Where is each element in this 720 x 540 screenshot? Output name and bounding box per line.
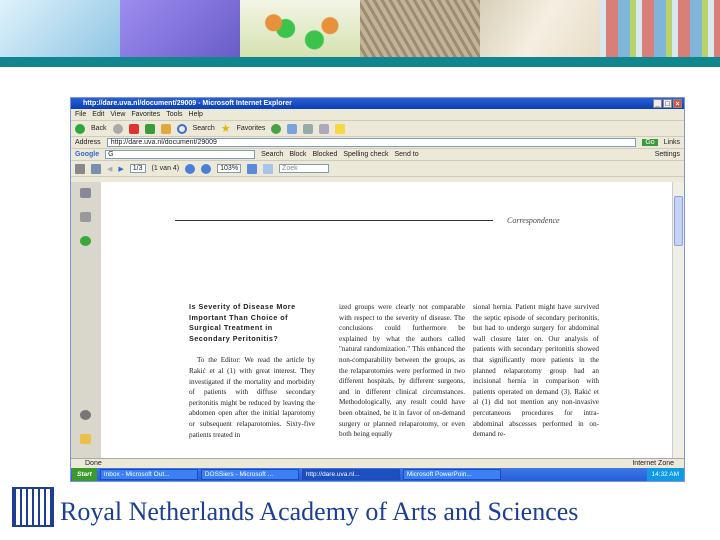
menu-favorites[interactable]: Favorites [131, 111, 160, 118]
history-icon[interactable] [271, 123, 282, 134]
refresh-icon[interactable] [144, 123, 155, 134]
banner-image-iceberg [0, 0, 120, 57]
pdf-page: Correspondence Is Severity of Disease Mo… [101, 182, 672, 458]
page-number-input[interactable]: 1/3 [129, 164, 146, 173]
google-block-button[interactable]: Block [289, 151, 306, 158]
go-button[interactable]: Go [642, 139, 658, 146]
address-bar: Address http://dare.uva.nl/document/2900… [71, 137, 684, 149]
notes-icon[interactable] [335, 123, 346, 134]
comments-icon[interactable] [80, 434, 91, 444]
edit-icon[interactable] [319, 123, 330, 134]
status-text: Done [85, 460, 102, 467]
academy-logo [12, 487, 54, 527]
google-spellcheck-button[interactable]: Spelling check [343, 151, 388, 158]
search-icon[interactable] [176, 123, 187, 134]
menu-tools[interactable]: Tools [166, 111, 182, 118]
save-icon[interactable] [91, 163, 101, 174]
favorites-button[interactable]: Favorites [237, 125, 266, 132]
start-button[interactable]: Start [72, 468, 97, 481]
menu-edit[interactable]: Edit [92, 111, 104, 118]
close-button[interactable]: × [673, 99, 682, 108]
google-search-input[interactable]: G [105, 150, 256, 159]
help-icon[interactable] [80, 236, 91, 246]
article-column-1: Is Severity of Disease More Important Th… [189, 302, 315, 440]
find-input[interactable]: Zoek [279, 164, 330, 173]
maximize-button[interactable]: □ [663, 99, 672, 108]
footer-title: Royal Netherlands Academy of Arts and Sc… [60, 497, 579, 526]
browser-window: http://dare.uva.nl/document/29009 - Micr… [70, 97, 685, 482]
article-text-3: sional hernia. Patient might have surviv… [473, 303, 599, 439]
zoom-in-icon[interactable] [201, 163, 212, 174]
favorites-star-icon[interactable]: ★ [221, 122, 231, 135]
banner-image-texture [360, 0, 480, 57]
google-toolbar: Google G Search Block Blocked Spelling c… [71, 149, 684, 161]
standard-toolbar: Back Search ★ Favorites [71, 121, 684, 137]
google-settings-button[interactable]: Settings [655, 151, 684, 158]
taskbar-item-dossiers[interactable]: DOSSiers - Microsoft ... [200, 469, 299, 480]
fit-width-icon[interactable] [247, 163, 258, 174]
article-column-2: ized groups were clearly not comparable … [339, 302, 465, 440]
pages-icon[interactable] [80, 188, 91, 198]
pdf-viewer: Correspondence Is Severity of Disease Mo… [71, 182, 684, 458]
page-count: (1 van 4) [151, 165, 180, 172]
forward-icon[interactable] [112, 123, 123, 134]
google-blocked-button[interactable]: Blocked [312, 151, 337, 158]
pdf-toolbar: ◀ ▶ 1/3 (1 van 4) 103% Zoek [71, 161, 684, 177]
signatures-icon[interactable] [80, 212, 91, 222]
zoom-select[interactable]: 103% [217, 164, 242, 173]
address-label: Address [75, 139, 101, 146]
article-text-1: To the Editor: We read the article by Ra… [189, 356, 315, 439]
prev-page-icon[interactable]: ◀ [107, 165, 112, 173]
banner-image-molecules [240, 0, 360, 57]
fit-page-icon[interactable] [263, 163, 274, 174]
taskbar-item-browser[interactable]: http://dare.uva.nl... [301, 469, 400, 480]
header-rule [175, 220, 493, 221]
back-button[interactable]: Back [91, 125, 107, 132]
banner-image-book [480, 0, 600, 57]
back-icon[interactable] [75, 123, 85, 134]
taskbar-item-powerpoint[interactable]: Microsoft PowerPoin... [402, 469, 501, 480]
attachment-icon[interactable] [80, 410, 91, 420]
search-button[interactable]: Search [193, 125, 215, 132]
taskbar: Start Inbox - Microsoft Out... DOSSiers … [71, 468, 684, 481]
address-input[interactable]: http://dare.uva.nl/document/29009 [106, 138, 637, 147]
banner-image-test-tubes [600, 0, 720, 57]
section-label: Correspondence [507, 216, 560, 225]
article-column-3: sional hernia. Patient might have surviv… [473, 302, 599, 440]
title-bar: http://dare.uva.nl/document/29009 - Micr… [71, 98, 684, 109]
home-icon[interactable] [160, 123, 171, 134]
status-bar: Done Internet Zone [71, 458, 684, 468]
menu-view[interactable]: View [110, 111, 125, 118]
stop-icon[interactable] [128, 123, 139, 134]
system-tray-clock: 14:32 AM [646, 468, 684, 481]
google-logo: Google [75, 151, 100, 158]
mail-icon[interactable] [287, 123, 298, 134]
google-search-button[interactable]: Search [261, 151, 283, 158]
security-zone: Internet Zone [632, 460, 674, 467]
header-banner [0, 0, 720, 57]
header-band [0, 57, 720, 67]
menu-bar: File Edit View Favorites Tools Help [71, 109, 684, 121]
banner-image-telescope [120, 0, 240, 57]
zoom-out-icon[interactable] [185, 163, 196, 174]
window-title: http://dare.uva.nl/document/29009 - Micr… [83, 100, 292, 107]
article-text-2: ized groups were clearly not comparable … [339, 303, 465, 439]
scrollbar-thumb[interactable] [674, 196, 683, 246]
pdf-sidebar [71, 182, 101, 458]
menu-file[interactable]: File [75, 111, 86, 118]
print-icon[interactable] [75, 163, 85, 174]
links-button[interactable]: Links [664, 139, 684, 146]
google-sendto-button[interactable]: Send to [394, 151, 418, 158]
next-page-icon[interactable]: ▶ [118, 165, 123, 173]
taskbar-item-outlook[interactable]: Inbox - Microsoft Out... [99, 469, 198, 480]
menu-help[interactable]: Help [189, 111, 203, 118]
minimize-button[interactable]: _ [653, 99, 662, 108]
article-heading: Is Severity of Disease More Important Th… [189, 302, 296, 343]
print-icon[interactable] [303, 123, 314, 134]
vertical-scrollbar[interactable] [672, 182, 684, 458]
